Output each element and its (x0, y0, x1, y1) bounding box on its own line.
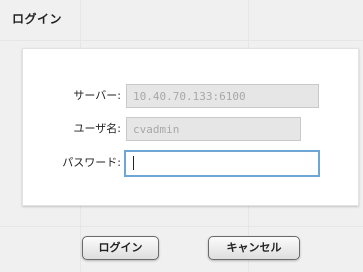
login-dialog: ログイン サーバー: ユーザ名: パスワード: ログイン キャンセル (0, 0, 363, 272)
username-row: ユーザ名: (23, 117, 122, 143)
username-field[interactable] (126, 117, 301, 141)
server-row: サーバー: (23, 84, 121, 110)
background-grid-line (0, 226, 363, 227)
cancel-button[interactable]: キャンセル (208, 236, 300, 260)
password-row: パスワード: (23, 151, 121, 177)
login-form-panel: サーバー: ユーザ名: パスワード: (22, 48, 359, 206)
background-grid-line (0, 40, 363, 41)
username-label: ユーザ名: (73, 122, 122, 135)
dialog-title: ログイン (12, 12, 63, 26)
login-button[interactable]: ログイン (82, 236, 159, 260)
server-field[interactable] (126, 84, 319, 108)
password-label: パスワード: (62, 156, 121, 169)
server-label: サーバー: (73, 89, 121, 102)
text-caret (133, 156, 134, 170)
password-field[interactable] (124, 150, 320, 177)
